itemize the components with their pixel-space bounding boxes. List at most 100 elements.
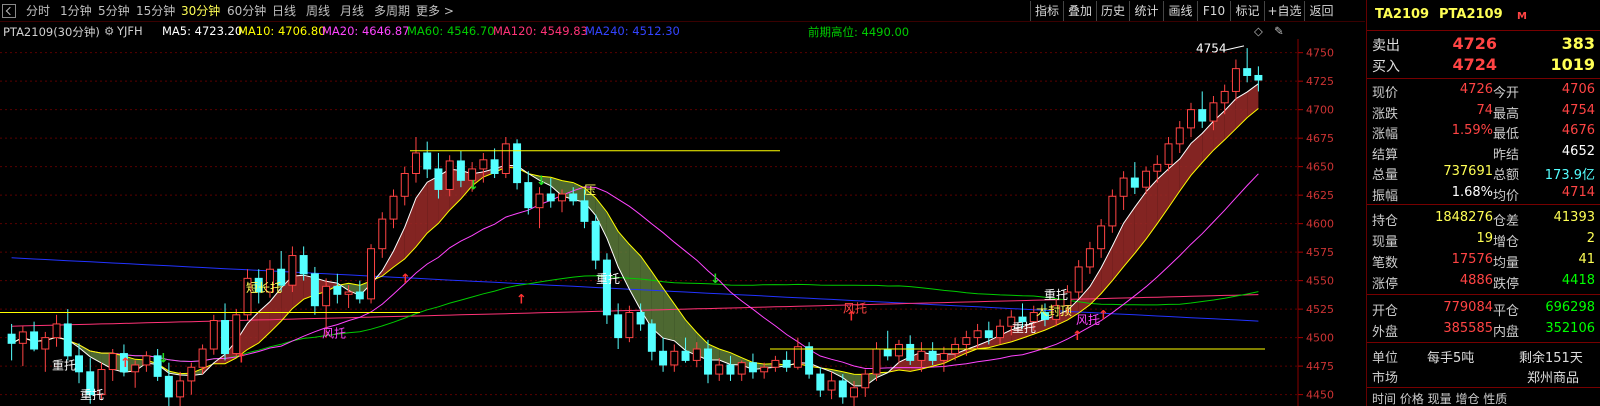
divider: [1367, 342, 1600, 343]
candle-down: [310, 273, 319, 307]
ask-row[interactable]: 卖出 4726 383: [1367, 33, 1600, 55]
candle-up: [1175, 127, 1184, 145]
mark-button[interactable]: 标记: [1230, 1, 1264, 21]
quote-value: 696298: [1545, 300, 1595, 315]
diamond-icon[interactable]: ◇: [1254, 24, 1263, 38]
candle-up: [1108, 195, 1117, 227]
candle-up: [52, 323, 61, 339]
add-watchlist-button[interactable]: +自选: [1264, 1, 1304, 21]
quote-row: 总量 737691 总额 173.9亿: [1367, 162, 1600, 183]
candle-up: [872, 348, 881, 375]
period-tab-month[interactable]: 月线: [340, 3, 364, 20]
ma-ribbon-segment: [415, 182, 428, 247]
buy-arrow: ↑: [1072, 329, 1083, 344]
candle-up: [198, 348, 207, 368]
candle-up: [1074, 266, 1083, 293]
period-tab-day[interactable]: 日线: [272, 3, 296, 20]
quote-label: 结算: [1372, 147, 1399, 163]
candle-up: [411, 152, 420, 174]
draw-line-button[interactable]: 画线: [1163, 1, 1197, 21]
quote-label: 均价: [1493, 189, 1520, 204]
quote-value: 779084: [1443, 300, 1493, 315]
candle-up: [827, 380, 836, 391]
quote-row: 现量 19 增仓 2: [1367, 229, 1600, 250]
period-tab-15min[interactable]: 15分钟: [136, 3, 175, 20]
symbol-period-label: PTA2109(30分钟): [3, 25, 100, 39]
y-tick-label: 4500: [1306, 332, 1334, 345]
label-high-price: 4754: [1196, 42, 1227, 56]
y-tick-label: 4725: [1306, 75, 1334, 88]
period-tab-1min[interactable]: 1分钟: [60, 3, 92, 20]
period-tab-5min[interactable]: 5分钟: [98, 3, 130, 20]
buy-arrow: ↑: [516, 292, 527, 307]
candle-down: [883, 348, 892, 357]
candle-down: [614, 314, 623, 339]
ma-ribbon-segment: [606, 212, 619, 267]
quote-value: 385585: [1443, 321, 1493, 336]
candle-up: [1085, 248, 1094, 268]
candle-down: [30, 331, 39, 350]
quote-value: 4886: [1459, 273, 1493, 288]
quote-value: 4706: [1561, 82, 1595, 97]
candle-down: [928, 350, 937, 361]
candle-up: [131, 364, 140, 373]
back-arrow-icon[interactable]: [2, 4, 16, 18]
f10-button[interactable]: F10: [1197, 1, 1230, 21]
quote-label: 笔数: [1372, 256, 1399, 271]
ma-ribbon-segment: [1134, 191, 1147, 254]
period-tab-more[interactable]: 更多 >: [416, 3, 454, 20]
history-button[interactable]: 历史: [1096, 1, 1129, 21]
statistics-button[interactable]: 统计: [1129, 1, 1163, 21]
label-heavy: 重托: [80, 388, 104, 402]
remaining-days: 剩余151天: [1519, 351, 1583, 366]
quote-value: 4652: [1561, 143, 1595, 159]
quote-label: 内盘: [1493, 325, 1520, 340]
y-tick-label: 4675: [1306, 132, 1334, 145]
y-tick-label: 4525: [1306, 303, 1334, 316]
candle-down: [704, 348, 712, 375]
candle-down: [906, 343, 915, 361]
overlay-button[interactable]: 叠加: [1063, 1, 1096, 21]
buy-arrow: ↑: [120, 356, 131, 371]
candle-down: [434, 168, 443, 190]
period-tab-30min[interactable]: 30分钟: [181, 3, 220, 20]
quote-value: 1.68%: [1451, 185, 1493, 200]
period-tab-60min[interactable]: 60分钟: [227, 3, 266, 20]
candle-down: [1130, 177, 1139, 188]
unit-row: 单位 每手5吨 剩余151天: [1367, 345, 1600, 366]
candle-down: [513, 143, 522, 184]
candle-up: [996, 325, 1005, 339]
bid-row[interactable]: 买入 4724 1019: [1367, 54, 1600, 76]
return-button[interactable]: 返回: [1304, 1, 1338, 21]
candle-down: [569, 193, 578, 202]
ma240-value: MA240: 4512.30: [585, 24, 680, 38]
ma-ribbon-segment: [404, 198, 416, 259]
quote-row: 笔数 17576 均量 41: [1367, 250, 1600, 271]
period-tab-fenshi[interactable]: 分时: [26, 3, 50, 20]
tool-icon[interactable]: ✎: [1274, 24, 1284, 38]
label-seal: 大封顶: [1036, 304, 1072, 318]
chart-canvas: 4750 4725 4700 4675 4650 4625 4600 4575 4550 4525…: [0, 39, 1334, 406]
candlestick-chart[interactable]: 4750 4725 4700 4675 4650 4625 4600 4575 4550 4525…: [0, 39, 1366, 406]
formula-name[interactable]: YJFH: [117, 24, 143, 38]
candle-up: [973, 330, 982, 339]
candle-up: [41, 337, 50, 350]
quote-label: 开仓: [1372, 304, 1399, 319]
candle-up: [108, 353, 117, 371]
settings-icon[interactable]: ⚙: [104, 24, 114, 38]
quote-label: 振幅: [1372, 189, 1399, 204]
candle-up: [670, 350, 679, 366]
period-tab-multi[interactable]: 多周期: [374, 3, 410, 20]
candle-up: [771, 359, 780, 368]
candle-down: [838, 380, 847, 398]
divider: [1367, 30, 1600, 31]
y-tick-label: 4650: [1306, 161, 1334, 174]
y-tick-label: 4475: [1306, 360, 1334, 373]
indicator-button[interactable]: 指标: [1030, 1, 1063, 21]
candle-up: [367, 248, 376, 300]
quote-label: 均量: [1493, 256, 1520, 271]
period-tab-week[interactable]: 周线: [306, 3, 330, 20]
quote-value: 1848276: [1435, 210, 1493, 225]
ma10-value: MA10: 4706.80: [238, 24, 326, 38]
bid-price: 4724: [1452, 55, 1497, 74]
